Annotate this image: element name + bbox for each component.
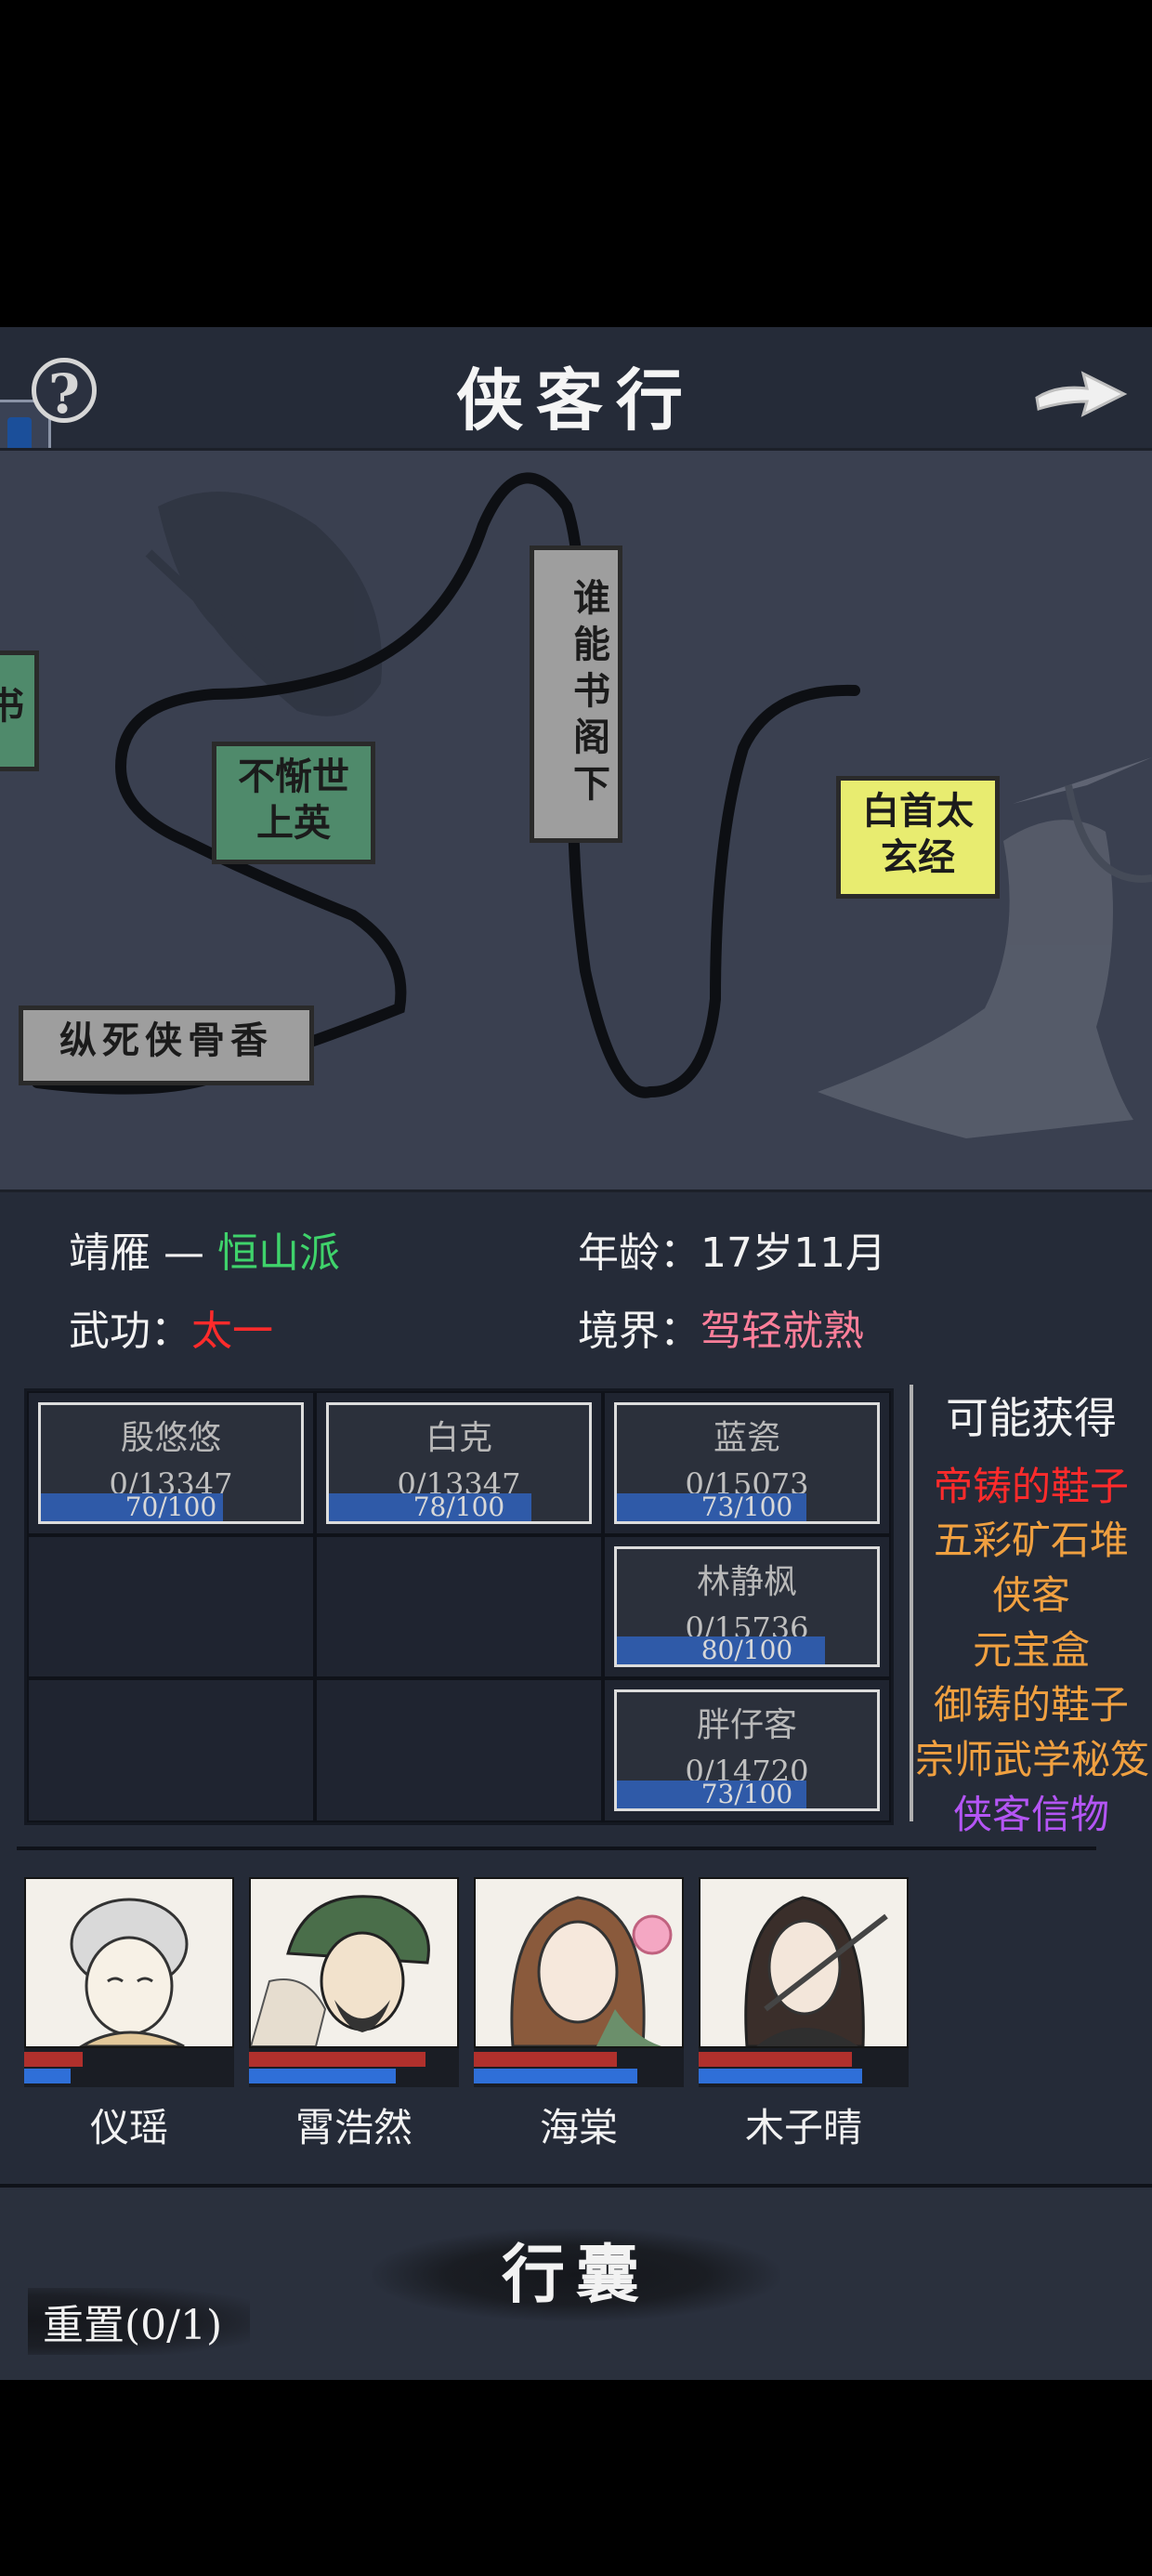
map-node-zongsi[interactable]: 纵死侠骨香: [19, 1005, 314, 1085]
opponent-bar: 73/100: [617, 1781, 877, 1808]
hero-mp-bar: [699, 2069, 863, 2083]
grid-cell[interactable]: 胖仔客 0/14720 73/100: [603, 1678, 891, 1822]
warrior-silhouette: [145, 492, 383, 716]
opponent-name: 殷悠悠: [120, 1419, 221, 1457]
hero-name: 霄浩然: [295, 2105, 412, 2150]
opponent-card[interactable]: 白克 0/13347 78/100: [326, 1402, 592, 1524]
opponent-card[interactable]: 蓝瓷 0/15073 73/100: [614, 1402, 880, 1524]
age-label: 年龄：: [578, 1229, 700, 1277]
hero-name: 海棠: [539, 2105, 618, 2150]
page-title: 侠客行: [455, 361, 696, 440]
martial-label: 武功：: [69, 1308, 191, 1355]
grid-cell[interactable]: 白克 0/13347 78/100: [315, 1391, 603, 1535]
opponent-name: 胖仔客: [696, 1706, 797, 1745]
grid-cell[interactable]: [315, 1678, 603, 1822]
grid-cell[interactable]: [27, 1678, 315, 1822]
route-map: 书 不惭世上英 谁能书阁下 白首太玄经 纵死侠骨香: [0, 448, 1152, 1192]
reward-item: 帝铸的鞋子: [933, 1464, 1129, 1509]
grid-cell[interactable]: 林静枫 0/15736 80/100: [603, 1534, 891, 1679]
opponent-card[interactable]: 殷悠悠 0/13347 70/100: [38, 1402, 304, 1524]
hero-bars: [249, 2048, 459, 2087]
name-dash: —: [164, 1229, 204, 1277]
reward-item: 五彩矿石堆: [933, 1518, 1129, 1563]
opponent-card[interactable]: 胖仔客 0/14720 73/100: [614, 1689, 880, 1811]
map-node-partial[interactable]: 书: [0, 651, 39, 771]
grid-cell[interactable]: 蓝瓷 0/15073 73/100: [603, 1391, 891, 1535]
opponent-bar: 80/100: [617, 1635, 877, 1666]
opponent-bar-text: 80/100: [700, 1635, 793, 1666]
hero-name: 木子晴: [744, 2105, 862, 2150]
hero-mp-bar: [474, 2069, 638, 2083]
bag-button[interactable]: 行囊: [372, 2228, 780, 2321]
section-divider: [17, 1847, 1096, 1850]
hero-portrait: [474, 1877, 684, 2048]
hero-mp-bar: [24, 2069, 71, 2083]
opponent-bar: 70/100: [41, 1491, 301, 1522]
map-node-baishou[interactable]: 白首太玄经: [836, 776, 1000, 899]
grid-cell[interactable]: 殷悠悠 0/13347 70/100: [27, 1391, 315, 1535]
player-sect: 恒山派: [217, 1229, 340, 1277]
hero-bars: [699, 2048, 909, 2087]
map-node-label: 书: [0, 684, 24, 728]
hero-hp-bar: [474, 2052, 617, 2067]
grid-cell[interactable]: [27, 1534, 315, 1679]
reset-button[interactable]: 重置(0/1): [28, 2288, 251, 2355]
map-node-label: 白首太玄经: [862, 789, 974, 879]
map-node-label: 谁能书阁下: [567, 578, 610, 810]
hero-mp-bar: [249, 2069, 397, 2083]
next-arrow-icon[interactable]: [1029, 361, 1132, 426]
player-name-line: 靖雁 — 恒山派: [69, 1219, 340, 1279]
hero-hp-bar: [24, 2052, 84, 2067]
opponent-grid: 殷悠悠 0/13347 70/100 白克 0/13347 78/100 蓝瓷 …: [24, 1388, 894, 1825]
realm-label: 境界：: [578, 1308, 700, 1355]
map-node-shui[interactable]: 谁能书阁下: [530, 545, 622, 843]
martial-line: 武功：太一: [69, 1297, 273, 1357]
opponent-name: 白克: [425, 1419, 492, 1457]
hero-slot[interactable]: 仪瑶: [24, 1877, 234, 2153]
hero-slot[interactable]: 海棠: [474, 1877, 684, 2153]
opponent-bar: 78/100: [329, 1491, 589, 1522]
hero-portrait: [249, 1877, 459, 2048]
opponent-bar-text: 73/100: [700, 1779, 793, 1809]
reward-divider: [910, 1385, 913, 1821]
hero-hp-bar: [699, 2052, 852, 2067]
player-name: 靖雁: [69, 1229, 151, 1277]
grid-cell[interactable]: [315, 1534, 603, 1679]
reward-item: 御铸的鞋子: [933, 1682, 1129, 1728]
hero-bars: [24, 2048, 234, 2087]
opponent-bar-text: 73/100: [700, 1491, 793, 1522]
reward-item: 侠客信物: [952, 1792, 1109, 1837]
hero-slot[interactable]: 木子晴: [699, 1877, 909, 2153]
hero-portrait: [24, 1877, 234, 2048]
reward-title: 可能获得: [946, 1393, 1117, 1443]
realm-line: 境界：驾轻就熟: [578, 1297, 864, 1357]
map-node-buxi[interactable]: 不惭世上英: [212, 742, 375, 864]
map-node-label: 纵死侠骨香: [59, 1019, 273, 1062]
martial-value: 太一: [191, 1308, 273, 1355]
opponent-name: 林静枫: [696, 1562, 797, 1601]
hero-hp-bar: [249, 2052, 425, 2067]
map-node-label: 不惭世上英: [238, 755, 349, 845]
opponent-bar-text: 78/100: [412, 1491, 505, 1522]
hero-slot[interactable]: 霄浩然: [249, 1877, 459, 2153]
hero-bars: [474, 2048, 684, 2087]
hero-name: 仪瑶: [89, 2105, 168, 2150]
opponent-bar: 73/100: [617, 1491, 877, 1522]
age-value: 17岁11月: [700, 1229, 886, 1277]
hero-portrait: [699, 1877, 909, 2048]
opponent-card[interactable]: 林静枫 0/15736 80/100: [614, 1545, 880, 1668]
opponent-name: 蓝瓷: [713, 1419, 780, 1457]
reward-item: 宗师武学秘笈: [915, 1737, 1150, 1782]
realm-value: 驾轻就熟: [700, 1308, 864, 1355]
age-line: 年龄：17岁11月: [578, 1219, 886, 1279]
reward-item: 元宝盒: [972, 1627, 1090, 1673]
opponent-bar-text: 70/100: [124, 1491, 217, 1522]
route-path: [32, 472, 860, 1098]
reward-item: 侠客: [991, 1572, 1070, 1618]
